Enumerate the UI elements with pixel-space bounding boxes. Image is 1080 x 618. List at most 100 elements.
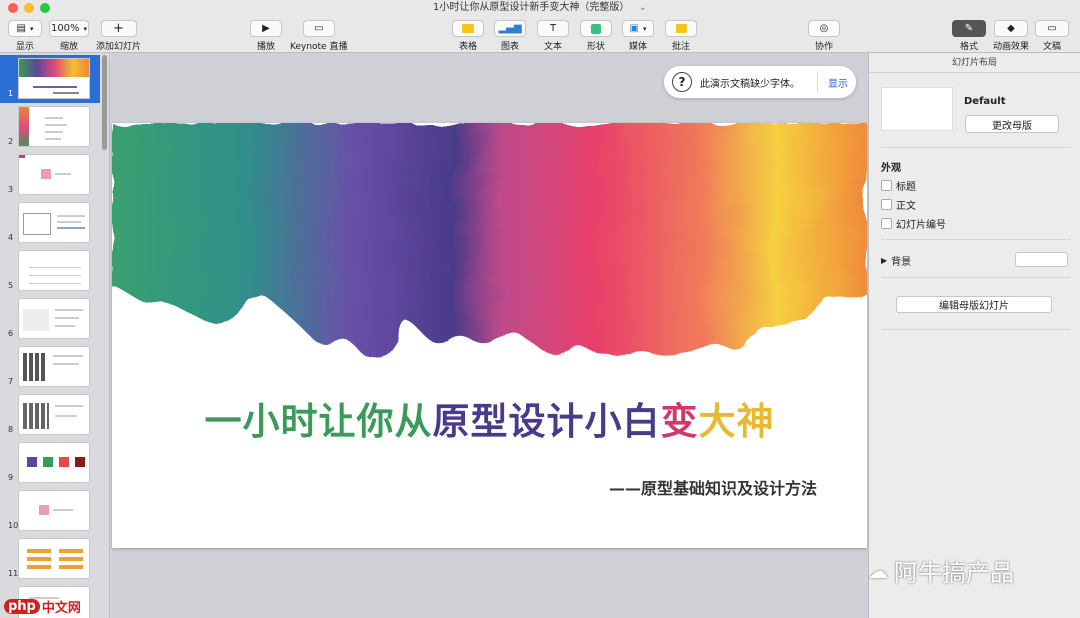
- thumbnail-image: [41, 169, 51, 179]
- play-button[interactable]: ▶ 播放: [250, 20, 282, 52]
- animate-button[interactable]: ◆ 动画效果: [993, 20, 1029, 52]
- disclosure-triangle-icon[interactable]: ▶: [881, 256, 887, 265]
- thumbnail-line: [29, 267, 81, 268]
- comment-label: 批注: [671, 42, 690, 52]
- slide-number: 6: [8, 329, 14, 338]
- chart-button[interactable]: ▂▄▆ 图表: [494, 20, 526, 52]
- text-button[interactable]: T 文本: [537, 20, 569, 52]
- shape-icon: [591, 23, 601, 34]
- thumbnail-line: [53, 355, 83, 357]
- slide-thumbnail-7[interactable]: [18, 346, 90, 387]
- php-logo-text: 中文网: [41, 601, 81, 616]
- change-master-button[interactable]: 更改母版: [965, 115, 1059, 133]
- format-button[interactable]: ✎ 格式: [952, 20, 986, 52]
- thumbnail-line: [29, 283, 81, 284]
- minimize-window-button[interactable]: [24, 3, 34, 13]
- thumbnail-tag: [19, 155, 25, 158]
- slide-thumbnail-1[interactable]: [18, 58, 90, 99]
- slide-thumbnail-4[interactable]: [18, 202, 90, 243]
- thumbnail-bar: [27, 565, 51, 569]
- body-checkbox-row[interactable]: 正文: [881, 197, 916, 212]
- divider: [881, 147, 1071, 148]
- slide-thumbnail-6[interactable]: [18, 298, 90, 339]
- shape-button[interactable]: 形状: [580, 20, 612, 52]
- photo-icon: ▣: [629, 23, 639, 34]
- slide-thumbnail-10[interactable]: [18, 490, 90, 531]
- slide-number: 11: [8, 569, 19, 578]
- edit-master-slides-button[interactable]: 编辑母版幻灯片: [896, 296, 1052, 313]
- table-button[interactable]: 表格: [452, 20, 484, 52]
- document-button[interactable]: ▭ 文稿: [1035, 20, 1069, 52]
- body-checkbox[interactable]: [881, 199, 892, 210]
- comment-button[interactable]: 批注: [665, 20, 697, 52]
- slide-number-checkbox[interactable]: [881, 218, 892, 229]
- current-slide[interactable]: 一小时让你从原型设计小白变大神 ——原型基础知识及设计方法: [112, 123, 867, 548]
- slide-thumbnail-8[interactable]: [18, 394, 90, 435]
- chevron-down-icon: ▾: [29, 24, 34, 33]
- text-icon: T: [549, 23, 557, 34]
- title-part-1: 一小时让你从: [204, 400, 433, 443]
- chart-icon: ▂▄▆: [498, 23, 522, 34]
- thumbnail-image: [19, 107, 29, 146]
- slide-number: 5: [8, 281, 14, 290]
- thumbnail-image: [23, 353, 47, 381]
- view-label: 显示: [15, 42, 34, 52]
- thumbnail-line: [55, 415, 77, 417]
- thumbnail-image: [23, 213, 51, 235]
- animate-label: 动画效果: [993, 42, 1030, 52]
- watercolor-thumbnail-image: [19, 59, 89, 77]
- zoom-select[interactable]: 100% ▾ 缩放: [49, 20, 89, 52]
- master-preview[interactable]: [881, 87, 953, 131]
- comment-icon: [675, 24, 687, 33]
- play-label: 播放: [256, 42, 275, 52]
- slide-thumbnail-11[interactable]: [18, 538, 90, 579]
- format-inspector: 幻灯片布局 Default 更改母版 外观 标题 正文 幻灯片编号 ▶ 背景 编辑…: [868, 53, 1080, 618]
- slide-thumbnail-5[interactable]: [18, 250, 90, 291]
- navigator-scrollbar[interactable]: [102, 55, 107, 150]
- watercolor-header-image: [112, 123, 867, 359]
- title-checkbox-row[interactable]: 标题: [881, 178, 916, 193]
- thumbnail-image: [23, 403, 49, 429]
- show-missing-fonts-button[interactable]: 显示: [817, 71, 848, 93]
- collaborate-button[interactable]: ◎ 协作: [808, 20, 840, 52]
- slide-thumbnail-3[interactable]: [18, 154, 90, 195]
- thumbnail-bar: [59, 565, 83, 569]
- collaborate-label: 协作: [814, 42, 833, 52]
- background-color-well[interactable]: [1015, 252, 1068, 267]
- view-button[interactable]: ▤ ▾ 显示: [8, 20, 42, 52]
- chevron-down-icon[interactable]: ⌄: [639, 2, 647, 13]
- thumbnail-icon: [75, 457, 85, 467]
- thumbnail-bar: [27, 549, 51, 553]
- add-slide-button[interactable]: + 添加幻灯片: [96, 20, 141, 52]
- slide-subtitle: ——原型基础知识及设计方法: [608, 479, 817, 498]
- slide-title: 一小时让你从原型设计小白变大神: [112, 391, 867, 445]
- close-window-button[interactable]: [8, 3, 18, 13]
- title-part-2: 原型设计小白: [432, 400, 661, 443]
- background-label: 背景: [891, 257, 912, 268]
- thumbnail-icon: [43, 457, 53, 467]
- php-cn-logo: php 中文网: [4, 597, 81, 616]
- slide-number: 4: [8, 233, 14, 242]
- php-logo-mark: php: [4, 599, 40, 614]
- slide-thumbnail-2[interactable]: [18, 106, 90, 147]
- thumbnail-bar: [27, 557, 51, 561]
- play-icon: ▶: [262, 23, 270, 34]
- zoom-value: 100%: [50, 23, 80, 34]
- table-icon: [462, 24, 474, 33]
- slide-number: 1: [8, 89, 14, 98]
- keynote-live-button[interactable]: ▭ Keynote 直播: [290, 20, 347, 52]
- slide-thumbnail-9[interactable]: [18, 442, 90, 483]
- chevron-down-icon: ▾: [642, 24, 647, 33]
- slide-number-checkbox-row[interactable]: 幻灯片编号: [881, 216, 946, 231]
- text-label: 文本: [543, 42, 562, 52]
- background-row[interactable]: ▶ 背景: [881, 253, 911, 268]
- media-button[interactable]: ▣ ▾ 媒体: [622, 20, 654, 52]
- zoom-window-button[interactable]: [40, 3, 50, 13]
- title-checkbox[interactable]: [881, 180, 892, 191]
- laptop-icon: ▭: [314, 23, 324, 34]
- paintbrush-icon: ✎: [964, 23, 974, 34]
- wechat-watermark: ☁ 阿牛搞产品: [868, 553, 1014, 588]
- missing-fonts-notice: ? 此演示文稿缺少字体。 显示: [664, 66, 856, 98]
- divider: [881, 329, 1071, 330]
- sidebar-icon: ▤: [16, 23, 26, 34]
